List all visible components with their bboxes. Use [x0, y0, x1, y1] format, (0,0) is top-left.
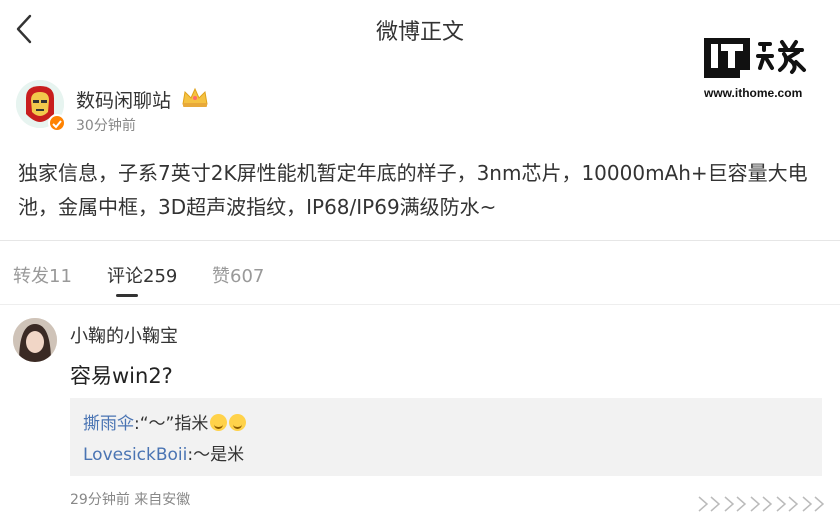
post-body: 独家信息，子系7英寸2K屏性能机暂定年底的样子，3nm芯片，10000mAh+巨…: [18, 161, 808, 219]
comment-meta: 29分钟前 来自安徽: [70, 492, 191, 508]
divider: [0, 240, 840, 241]
laughing-emoji-icon: [229, 414, 247, 431]
reply-preview[interactable]: 撕雨伞:“〜”指米 LovesickBoii:〜是米: [70, 398, 822, 476]
tab-comments[interactable]: 评论259: [107, 262, 177, 288]
post-time: 30分钟前: [76, 118, 136, 134]
watermark-domain: www.ithome.com: [704, 86, 803, 100]
verified-badge-icon: [48, 114, 66, 132]
post-author-name[interactable]: 数码闲聊站: [76, 86, 171, 113]
reply-text: :“〜”指米: [134, 414, 209, 434]
reply-text: :〜是米: [187, 445, 245, 465]
active-tab-indicator: [116, 294, 138, 297]
tab-likes[interactable]: 赞607: [212, 262, 264, 288]
reply-item: LovesickBoii:〜是米: [83, 440, 244, 465]
reply-user[interactable]: 撕雨伞: [83, 414, 134, 434]
commenter-avatar[interactable]: [13, 318, 57, 362]
comment-text: 容易win2?: [70, 364, 173, 388]
reply-item: 撕雨伞:“〜”指米: [83, 409, 247, 434]
watermark-arrows-icon: [697, 495, 827, 513]
crown-icon: [180, 86, 210, 108]
tab-reposts[interactable]: 转发11: [13, 262, 72, 288]
divider: [0, 304, 840, 305]
interaction-tabs: 转发11 评论259 赞607: [0, 248, 840, 304]
laughing-emoji-icon: [210, 414, 228, 431]
reply-user[interactable]: LovesickBoii: [83, 445, 187, 465]
commenter-name[interactable]: 小鞠的小鞠宝: [70, 322, 178, 348]
